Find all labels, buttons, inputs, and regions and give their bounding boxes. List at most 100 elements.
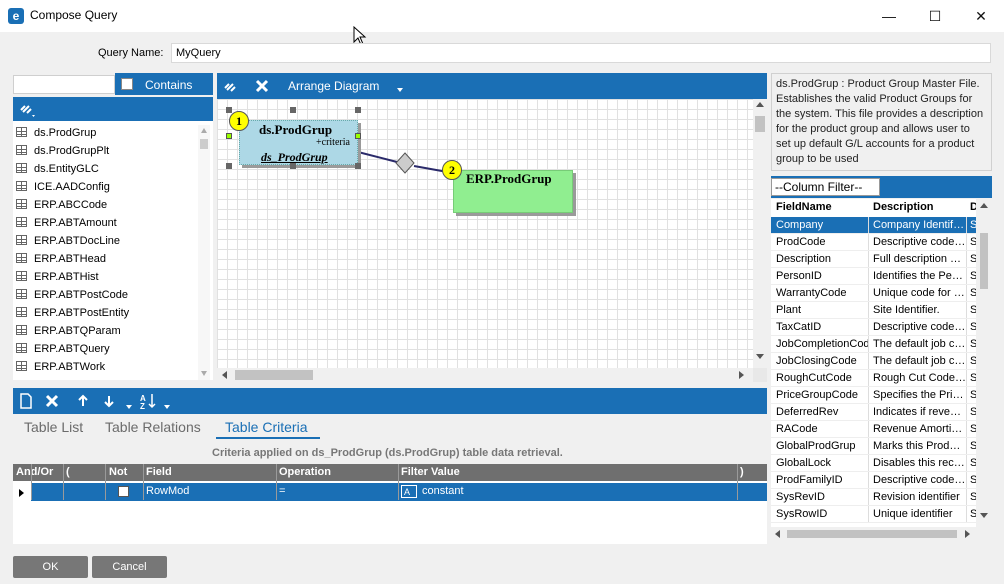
column-divider (868, 438, 869, 454)
column-divider (966, 217, 967, 233)
field-name-cell: SysRevID (776, 491, 825, 503)
move-down-icon[interactable] (103, 394, 115, 408)
resize-handle[interactable] (355, 133, 361, 139)
description-cell: The default job completion (873, 338, 966, 350)
criteria-grid-header: And/Or ( Not Field Operation Filter Valu… (13, 464, 767, 481)
field-name-cell: RoughCutCode (776, 372, 852, 384)
move-up-icon[interactable] (77, 394, 89, 408)
column-grid-row[interactable]: GlobalProdGrup Marks this ProdGrup S (771, 438, 976, 455)
header-and-or[interactable]: And/Or (16, 466, 53, 478)
sort-icon[interactable]: A Z (139, 392, 159, 410)
field-name-cell: JobClosingCode (776, 355, 857, 367)
resize-handle[interactable] (226, 163, 232, 169)
column-grid-row[interactable]: Plant Site Identifier. S (771, 302, 976, 319)
column-grid-row[interactable]: GlobalLock Disables this record S (771, 455, 976, 472)
column-grid-vertical-scrollbar[interactable] (976, 199, 992, 527)
column-divider (966, 251, 967, 267)
resize-handle[interactable] (355, 163, 361, 169)
column-divider (63, 464, 64, 500)
criteria-field[interactable]: RowMod (146, 485, 189, 497)
field-name-cell: DeferredRev (776, 406, 839, 418)
chevron-down-icon[interactable] (126, 405, 132, 409)
field-name-cell: WarrantyCode (776, 287, 847, 299)
column-grid-row[interactable]: PriceGroupCodeSpecifies the Price GroupS (771, 387, 976, 404)
column-grid-row[interactable]: JobCompletionCode The default job complet… (771, 336, 976, 353)
column-grid-row[interactable]: PersonID Identifies the Person S (771, 268, 976, 285)
column-grid-row[interactable]: SysRowID Unique identifier S (771, 506, 976, 523)
chevron-down-icon[interactable] (164, 405, 170, 409)
column-divider (868, 268, 869, 284)
column-grid-row[interactable]: Company Company Identifier. S (771, 217, 976, 234)
description-cell: Revenue Amortization (873, 423, 966, 435)
column-divider (868, 387, 869, 403)
criteria-row[interactable]: RowMod = A constant (31, 483, 767, 501)
header-field[interactable]: Field (146, 466, 172, 478)
field-name-cell: PriceGroupCode (776, 389, 858, 401)
column-grid-row[interactable]: DescriptionFull description of theS (771, 251, 976, 268)
header-fieldname[interactable]: FieldName (776, 201, 868, 213)
diagram-horizontal-scrollbar[interactable] (217, 368, 753, 382)
column-grid-row[interactable]: DeferredRevIndicates if revenue isS (771, 404, 976, 421)
resize-handle[interactable] (355, 107, 361, 113)
description-cell: Indicates if revenue is (873, 406, 966, 418)
resize-handle[interactable] (226, 133, 232, 139)
field-name-cell: GlobalLock (776, 457, 832, 469)
column-divider (143, 464, 144, 500)
table-description: ds.ProdGrup : Product Group Master File.… (771, 73, 992, 171)
description-cell: Specifies the Price Group (873, 389, 966, 401)
ok-button[interactable]: OK (13, 556, 88, 578)
criteria-filter-value[interactable]: constant (422, 485, 464, 497)
table-node-prodgrup[interactable]: ds.ProdGrup +criteria ds_ProdGrup (239, 120, 358, 165)
description-cell: The default job closing (873, 355, 966, 367)
column-grid-row[interactable]: RACodeRevenue AmortizationS (771, 421, 976, 438)
column-grid-row[interactable]: SysRevID Revision identifier S (771, 489, 976, 506)
description-cell: Unique code for the (873, 287, 966, 299)
criteria-operation[interactable]: = (279, 485, 285, 497)
column-divider (868, 370, 869, 386)
column-grid-row[interactable]: ProdCodeDescriptive code assignedS (771, 234, 976, 251)
column-filter-button[interactable]: --Column Filter-- (771, 178, 880, 196)
header-open-paren[interactable]: ( (66, 466, 70, 478)
column-divider (868, 234, 869, 250)
column-divider (737, 464, 738, 500)
header-filter-value[interactable]: Filter Value (401, 466, 460, 478)
description-cell: Unique identifier (873, 508, 953, 520)
column-grid-row[interactable]: JobClosingCodeThe default job closingS (771, 353, 976, 370)
header-not[interactable]: Not (109, 466, 127, 478)
tab-table-criteria[interactable]: Table Criteria (225, 419, 307, 435)
not-checkbox[interactable] (118, 486, 129, 497)
field-name-cell: JobCompletionCode (776, 338, 868, 350)
diagram-vertical-scrollbar[interactable] (753, 99, 767, 368)
tab-table-list[interactable]: Table List (24, 419, 83, 435)
resize-handle[interactable] (290, 163, 296, 169)
column-divider (868, 302, 869, 318)
column-grid-row[interactable]: RoughCutCodeRough Cut Code usedS (771, 370, 976, 387)
column-divider (966, 370, 967, 386)
tab-table-relations[interactable]: Table Relations (105, 419, 201, 435)
cancel-button[interactable]: Cancel (92, 556, 167, 578)
column-divider (966, 268, 967, 284)
column-divider (868, 251, 869, 267)
column-divider (966, 506, 967, 522)
header-description[interactable]: Description (873, 201, 966, 213)
column-grid-row[interactable]: TaxCatIDDescriptive code assignedS (771, 319, 976, 336)
header-close-paren[interactable]: ) (740, 466, 744, 478)
column-divider (966, 404, 967, 420)
svg-text:A: A (404, 487, 410, 497)
description-cell: Descriptive code assigned (873, 236, 966, 248)
column-divider (868, 404, 869, 420)
resize-handle[interactable] (226, 107, 232, 113)
column-grid-row[interactable]: WarrantyCode Unique code for the S (771, 285, 976, 302)
new-document-icon[interactable] (19, 393, 33, 409)
delete-icon[interactable] (45, 394, 59, 408)
description-cell: Marks this ProdGrup (873, 440, 966, 452)
column-grid-row[interactable]: ProdFamilyIDDescriptive code assignedS (771, 472, 976, 489)
resize-handle[interactable] (290, 107, 296, 113)
table-node-erp-prodgrup[interactable]: ERP.ProdGrup (453, 170, 573, 213)
field-name-cell: RACode (776, 423, 818, 435)
header-operation[interactable]: Operation (279, 466, 331, 478)
column-divider (868, 489, 869, 505)
column-divider (398, 464, 399, 500)
column-grid-horizontal-scrollbar[interactable] (771, 527, 976, 541)
column-divider (966, 472, 967, 488)
